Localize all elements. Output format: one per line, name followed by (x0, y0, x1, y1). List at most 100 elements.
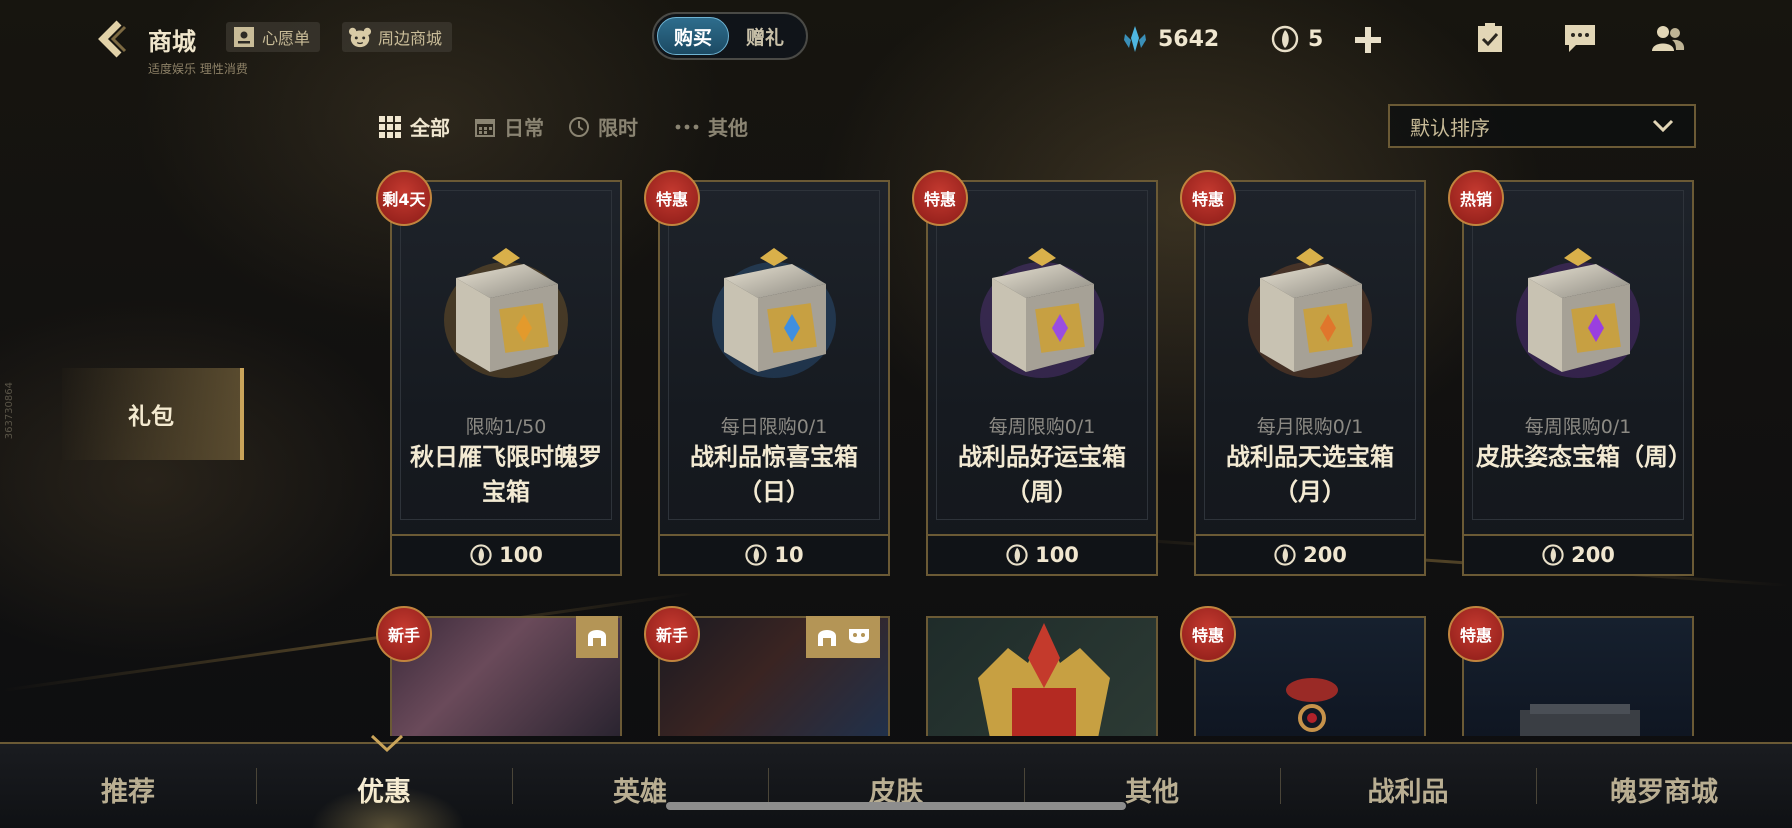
mask-icon (849, 629, 869, 644)
price-value: 200 (1571, 543, 1615, 567)
nav-deals[interactable]: 优惠 (256, 770, 512, 809)
plus-icon (1355, 27, 1381, 53)
sidebar-item-label: 礼包 (128, 404, 174, 430)
chat-icon (1565, 25, 1595, 52)
orb-currency-icon (1274, 544, 1296, 566)
wishlist-icon (232, 25, 256, 49)
product-card-preview[interactable] (926, 616, 1158, 736)
product-name: 战利品天选宝箱（月） (1226, 443, 1394, 506)
chevron-down-icon (1652, 119, 1674, 133)
filter-label: 全部 (410, 116, 450, 140)
emblem-icon (978, 623, 1110, 736)
product-card[interactable]: 每日限购0/1 战利品惊喜宝箱（日） 10 (658, 180, 890, 576)
price-button[interactable]: 200 (1196, 534, 1424, 574)
messages-button[interactable] (1560, 18, 1600, 58)
orb-balance: 5 (1270, 24, 1323, 54)
orb-currency-icon (1006, 544, 1028, 566)
purchase-limit: 每周限购0/1 (1524, 416, 1632, 438)
treasure-chest-icon (704, 244, 844, 384)
product-card[interactable]: 每周限购0/1 皮肤姿态宝箱（周） 200 (1462, 180, 1694, 576)
filter-daily[interactable]: 日常 (474, 112, 544, 141)
promo-badge: 新手 (376, 606, 432, 662)
product-name: 皮肤姿态宝箱（周） (1476, 443, 1692, 471)
product-card[interactable]: 每月限购0/1 战利品天选宝箱（月） 200 (1194, 180, 1426, 576)
home-indicator[interactable] (666, 802, 1126, 810)
treasure-chest-icon (1508, 244, 1648, 384)
friends-button[interactable] (1648, 18, 1688, 58)
price-value: 10 (774, 543, 804, 567)
price-button[interactable]: 100 (928, 534, 1156, 574)
page-subtitle: 适度娱乐 理性消费 (148, 62, 248, 76)
price-button[interactable]: 200 (1464, 534, 1692, 574)
promo-badge: 特惠 (912, 170, 968, 226)
sidebar-item-bundles[interactable]: 礼包 (62, 368, 244, 460)
treasure-chest-icon (436, 244, 576, 384)
friends-icon (1652, 26, 1685, 51)
purchase-limit: 限购1/50 (465, 416, 547, 438)
filter-label: 日常 (504, 116, 544, 140)
blue-essence-icon (1124, 26, 1146, 52)
more-icon (675, 124, 699, 129)
chevron-left-icon (98, 20, 127, 58)
filter-all[interactable]: 全部 (378, 112, 450, 141)
poro-icon (348, 25, 372, 49)
promo-badge: 热销 (1448, 170, 1504, 226)
price-value: 100 (1035, 543, 1079, 567)
nav-loot[interactable]: 战利品 (1280, 770, 1536, 809)
product-name: 战利品好运宝箱（周） (958, 443, 1126, 506)
calendar-icon (475, 118, 495, 137)
product-name: 战利品惊喜宝箱（日） (690, 443, 858, 506)
orb-currency-icon (1271, 25, 1299, 53)
tab-buy[interactable]: 购买 (657, 17, 729, 55)
filter-label: 限时 (598, 116, 638, 140)
orb-currency-icon (1542, 544, 1564, 566)
tab-gift[interactable]: 赠礼 (729, 17, 801, 55)
add-currency-button[interactable] (1348, 20, 1388, 60)
blue-essence-value: 5642 (1158, 26, 1220, 52)
page-title: 商城 (148, 28, 196, 56)
mode-switch: 购买 赠礼 (652, 12, 808, 60)
treasure-chest-icon (1240, 244, 1380, 384)
wishlist-label: 心愿单 (262, 29, 311, 48)
helmet-icon (818, 630, 836, 646)
nav-poro-store[interactable]: 魄罗商城 (1536, 770, 1792, 809)
treasure-chest-icon (972, 244, 1112, 384)
filter-other[interactable]: 其他 (674, 112, 748, 141)
filter-limited[interactable]: 限时 (568, 112, 638, 141)
purchase-limit: 每月限购0/1 (1256, 416, 1364, 438)
bottom-nav: 推荐 优惠 英雄 皮肤 其他 战利品 魄罗商城 (0, 742, 1792, 828)
nav-recommended[interactable]: 推荐 (0, 770, 256, 809)
side-code: 363730864 (4, 382, 15, 440)
product-card[interactable]: 限购1/50 秋日雁飞限时魄罗宝箱 100 (390, 180, 622, 576)
champion-tag (576, 616, 618, 658)
product-name: 秋日雁飞限时魄罗宝箱 (410, 443, 602, 506)
promo-badge: 特惠 (1180, 606, 1236, 662)
grid-icon (379, 115, 401, 138)
purchase-limit: 每日限购0/1 (720, 416, 828, 438)
champion-skin-tag (806, 616, 880, 658)
promo-badge: 特惠 (1448, 606, 1504, 662)
sort-dropdown[interactable]: 默认排序 (1388, 104, 1696, 148)
price-button[interactable]: 100 (392, 534, 620, 574)
price-value: 200 (1303, 543, 1347, 567)
promo-badge: 特惠 (644, 170, 700, 226)
promo-badge: 特惠 (1180, 170, 1236, 226)
price-value: 100 (499, 543, 543, 567)
merch-store-label: 周边商城 (378, 29, 443, 48)
orb-value: 5 (1308, 26, 1324, 52)
sort-label: 默认排序 (1410, 115, 1490, 140)
price-button[interactable]: 10 (660, 534, 888, 574)
promo-badge: 剩4天 (376, 170, 432, 226)
wishlist-button[interactable]: 心愿单 (226, 22, 321, 52)
merch-store-button[interactable]: 周边商城 (342, 22, 453, 52)
promo-badge: 新手 (644, 606, 700, 662)
product-card[interactable]: 每周限购0/1 战利品好运宝箱（周） 100 (926, 180, 1158, 576)
back-button[interactable] (92, 18, 134, 60)
checklist-icon (1478, 23, 1502, 52)
orb-currency-icon (470, 544, 492, 566)
tasks-button[interactable] (1470, 18, 1510, 58)
active-nav-indicator-icon (370, 734, 404, 753)
filter-label: 其他 (708, 116, 748, 140)
helmet-icon (588, 630, 606, 646)
clock-icon (569, 116, 589, 137)
